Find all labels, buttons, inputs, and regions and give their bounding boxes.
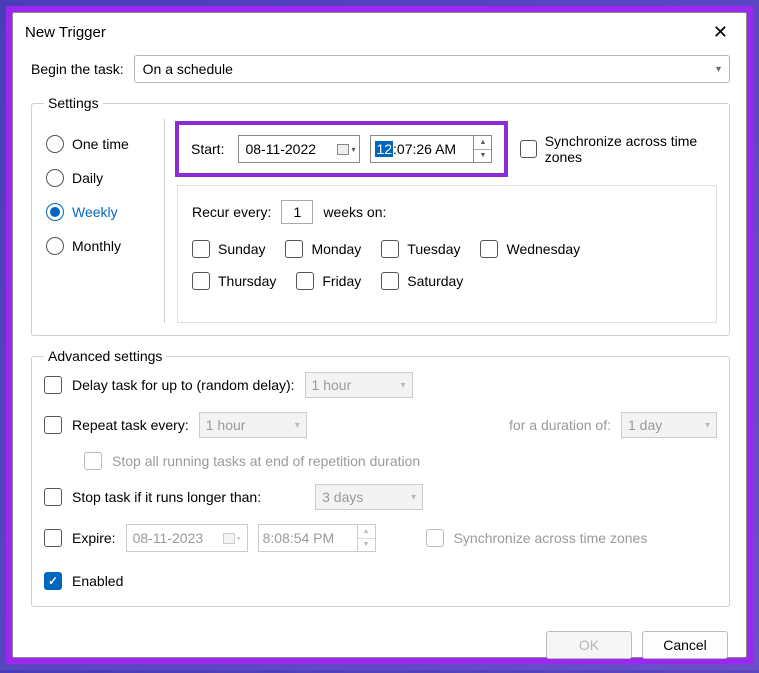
day-monday-checkbox[interactable]: [285, 240, 303, 258]
sync-timezones-checkbox[interactable]: [520, 140, 536, 158]
radio-one-time[interactable]: One time: [46, 135, 146, 153]
day-thursday-checkbox[interactable]: [192, 272, 210, 290]
chevron-down-icon: ▾: [351, 145, 355, 154]
sync-timezones-label: Synchronize across time zones: [545, 133, 717, 165]
recur-unit-label: weeks on:: [323, 204, 386, 220]
day-wednesday-checkbox[interactable]: [480, 240, 498, 258]
enabled-checkbox[interactable]: [44, 572, 62, 590]
start-label: Start:: [191, 141, 224, 157]
expire-checkbox[interactable]: [44, 529, 62, 547]
expire-label: Expire:: [72, 530, 116, 546]
calendar-icon: [337, 144, 349, 155]
repeat-checkbox[interactable]: [44, 416, 62, 434]
stop-running-checkbox: [84, 452, 102, 470]
repeat-label: Repeat task every:: [72, 417, 189, 433]
start-time-input[interactable]: 12:07:26 AM ▲ ▼: [370, 135, 492, 163]
close-icon[interactable]: ✕: [707, 21, 734, 43]
calendar-icon: [223, 533, 235, 544]
spin-down-icon[interactable]: ▼: [474, 150, 491, 163]
time-spinner[interactable]: ▲ ▼: [473, 136, 491, 162]
radio-monthly[interactable]: Monthly: [46, 237, 146, 255]
start-date-value: 08-11-2022: [245, 141, 316, 157]
cancel-button[interactable]: Cancel: [642, 631, 728, 659]
radio-icon: [46, 203, 64, 221]
stop-longer-value-dropdown: 3 days▾: [315, 484, 423, 510]
advanced-legend: Advanced settings: [44, 348, 166, 364]
repeat-interval-dropdown: 1 hour▾: [199, 412, 307, 438]
spin-up-icon[interactable]: ▲: [474, 136, 491, 150]
radio-weekly[interactable]: Weekly: [46, 203, 146, 221]
expire-date-input: 08-11-2023 ▾: [126, 524, 248, 552]
expire-sync-label: Synchronize across time zones: [454, 530, 648, 546]
day-tuesday-checkbox[interactable]: [381, 240, 399, 258]
chevron-down-icon: ▾: [237, 534, 241, 543]
stop-longer-label: Stop task if it runs longer than:: [72, 489, 261, 505]
begin-task-value: On a schedule: [143, 61, 233, 77]
radio-icon: [46, 169, 64, 187]
ok-button[interactable]: OK: [546, 631, 632, 659]
stop-running-label: Stop all running tasks at end of repetit…: [112, 453, 420, 469]
recur-label: Recur every:: [192, 204, 271, 220]
stop-longer-checkbox[interactable]: [44, 488, 62, 506]
begin-task-dropdown[interactable]: On a schedule ▾: [134, 55, 730, 83]
time-spinner: ▲▼: [357, 525, 375, 551]
recur-panel: Recur every: 1 weeks on: Sunday Monday T…: [177, 185, 717, 323]
new-trigger-dialog: New Trigger ✕ Begin the task: On a sched…: [12, 12, 747, 658]
delay-value-dropdown: 1 hour▾: [305, 372, 413, 398]
radio-icon: [46, 237, 64, 255]
radio-icon: [46, 135, 64, 153]
titlebar: New Trigger ✕: [13, 13, 746, 47]
time-rest: :07:26 AM: [393, 141, 456, 157]
duration-label: for a duration of:: [509, 417, 611, 433]
radio-daily[interactable]: Daily: [46, 169, 146, 187]
dialog-title: New Trigger: [25, 24, 106, 41]
delay-checkbox[interactable]: [44, 376, 62, 394]
divider: [164, 119, 165, 323]
expire-time-input: 8:08:54 PM ▲▼: [258, 524, 376, 552]
chevron-down-icon: ▾: [716, 64, 721, 75]
begin-task-label: Begin the task:: [31, 61, 124, 77]
repeat-duration-dropdown: 1 day▾: [621, 412, 717, 438]
day-friday-checkbox[interactable]: [296, 272, 314, 290]
settings-group: Settings One time Daily Weekly: [31, 95, 730, 336]
delay-label: Delay task for up to (random delay):: [72, 377, 295, 393]
calendar-button[interactable]: ▾: [337, 144, 355, 155]
start-highlight: Start: 08-11-2022 ▾ 12:07:26 AM: [175, 121, 508, 177]
time-hours-selected: 12: [375, 141, 393, 157]
recur-interval-input[interactable]: 1: [281, 200, 313, 224]
settings-legend: Settings: [44, 95, 103, 111]
day-sunday-checkbox[interactable]: [192, 240, 210, 258]
enabled-label: Enabled: [72, 573, 123, 589]
expire-sync-checkbox: [426, 529, 444, 547]
start-date-input[interactable]: 08-11-2022 ▾: [238, 135, 360, 163]
advanced-settings-group: Advanced settings Delay task for up to (…: [31, 348, 730, 607]
day-saturday-checkbox[interactable]: [381, 272, 399, 290]
